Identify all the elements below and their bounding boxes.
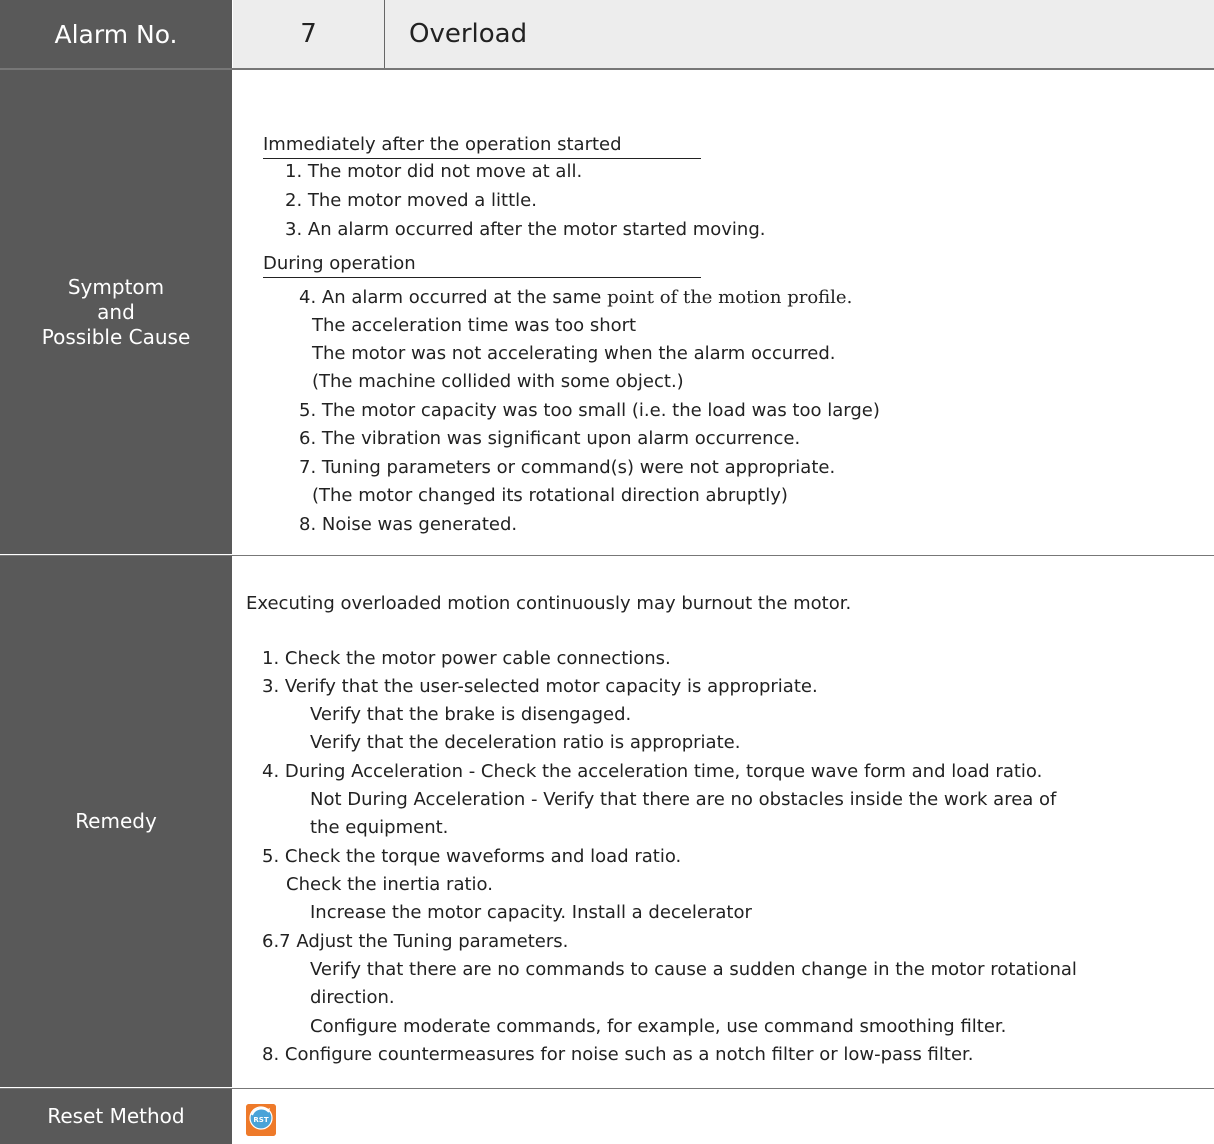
symptom-label-line: and: [97, 299, 135, 324]
remedy-line: Not During Acceleration - Verify that th…: [310, 789, 1057, 810]
remedy-line: 8. Configure countermeasures for noise s…: [262, 1044, 974, 1065]
list-item: 5. The motor capacity was too small (i.e…: [299, 400, 880, 421]
symptom-label-line: Possible Cause: [41, 324, 191, 349]
reset-rst-icon-graphic: RST: [246, 1104, 276, 1136]
remedy-line: Increase the motor capacity. Install a d…: [310, 902, 752, 923]
list-item: The motor was not accelerating when the …: [312, 343, 836, 364]
section-title-text: During operation: [263, 251, 701, 278]
remedy-line: 6.7 Adjust the Tuning parameters.: [262, 931, 569, 952]
remedy-line: the equipment.: [310, 817, 449, 838]
list-item: 3. An alarm occurred after the motor sta…: [285, 219, 766, 240]
remedy-line: Configure moderate commands, for example…: [310, 1016, 1007, 1037]
list-item: (The machine collided with some object.): [312, 371, 684, 392]
section-title: Immediately after the operation started: [263, 132, 701, 159]
list-item: The acceleration time was too short: [312, 315, 637, 336]
alarm-sheet: Alarm No. 7 Overload Symptom and Possibl…: [0, 0, 1214, 1144]
reset-method-label: Reset Method: [0, 1089, 232, 1144]
list-item: 8. Noise was generated.: [299, 514, 518, 535]
remedy-line: 1. Check the motor power cable connectio…: [262, 648, 671, 669]
remedy-line: direction.: [310, 987, 395, 1008]
list-item: 7. Tuning parameters or command(s) were …: [299, 457, 836, 478]
remedy-line: 3. Verify that the user-selected motor c…: [262, 676, 818, 697]
symptom-label: Symptom and Possible Cause: [0, 70, 232, 554]
list-item: (The motor changed its rotational direct…: [312, 485, 788, 506]
section-title-text: Immediately after the operation started: [263, 132, 701, 159]
remedy-line: 5. Check the torque waveforms and load r…: [262, 846, 682, 867]
reset-rst-icon: RST: [246, 1104, 276, 1136]
reset-method-label-text: Reset Method: [47, 1104, 185, 1128]
remedy-line: Verify that the brake is disengaged.: [310, 704, 632, 725]
alarm-name: Overload: [385, 0, 1214, 68]
remedy-line: Verify that there are no commands to cau…: [310, 959, 1077, 980]
remedy-line: Verify that the deceleration ratio is ap…: [310, 732, 741, 753]
list-item: 6. The vibration was significant upon al…: [299, 428, 801, 449]
symptom-label-line: Symptom: [67, 274, 165, 299]
alarm-no-label: Alarm No.: [0, 0, 232, 68]
section-title: During operation: [263, 251, 701, 278]
list-item-text: point of the motion profile.: [607, 287, 853, 308]
remedy-warning: Executing overloaded motion continuously…: [246, 593, 852, 614]
remedy-line: 4. During Acceleration - Check the accel…: [262, 761, 1043, 782]
reset-icon-text: RST: [253, 1116, 268, 1124]
list-item-text: 4. An alarm occurred at the same: [299, 287, 608, 308]
remedy-line: Check the inertia ratio.: [286, 874, 493, 895]
list-item: 4. An alarm occurred at the same point o…: [299, 285, 852, 310]
list-item: 1. The motor did not move at all.: [285, 161, 583, 182]
alarm-header: Alarm No. 7 Overload: [0, 0, 1214, 70]
remedy-label-text: Remedy: [75, 809, 157, 833]
remedy-label: Remedy: [0, 556, 232, 1087]
list-item: 2. The motor moved a little.: [285, 190, 537, 211]
alarm-number: 7: [233, 0, 385, 68]
